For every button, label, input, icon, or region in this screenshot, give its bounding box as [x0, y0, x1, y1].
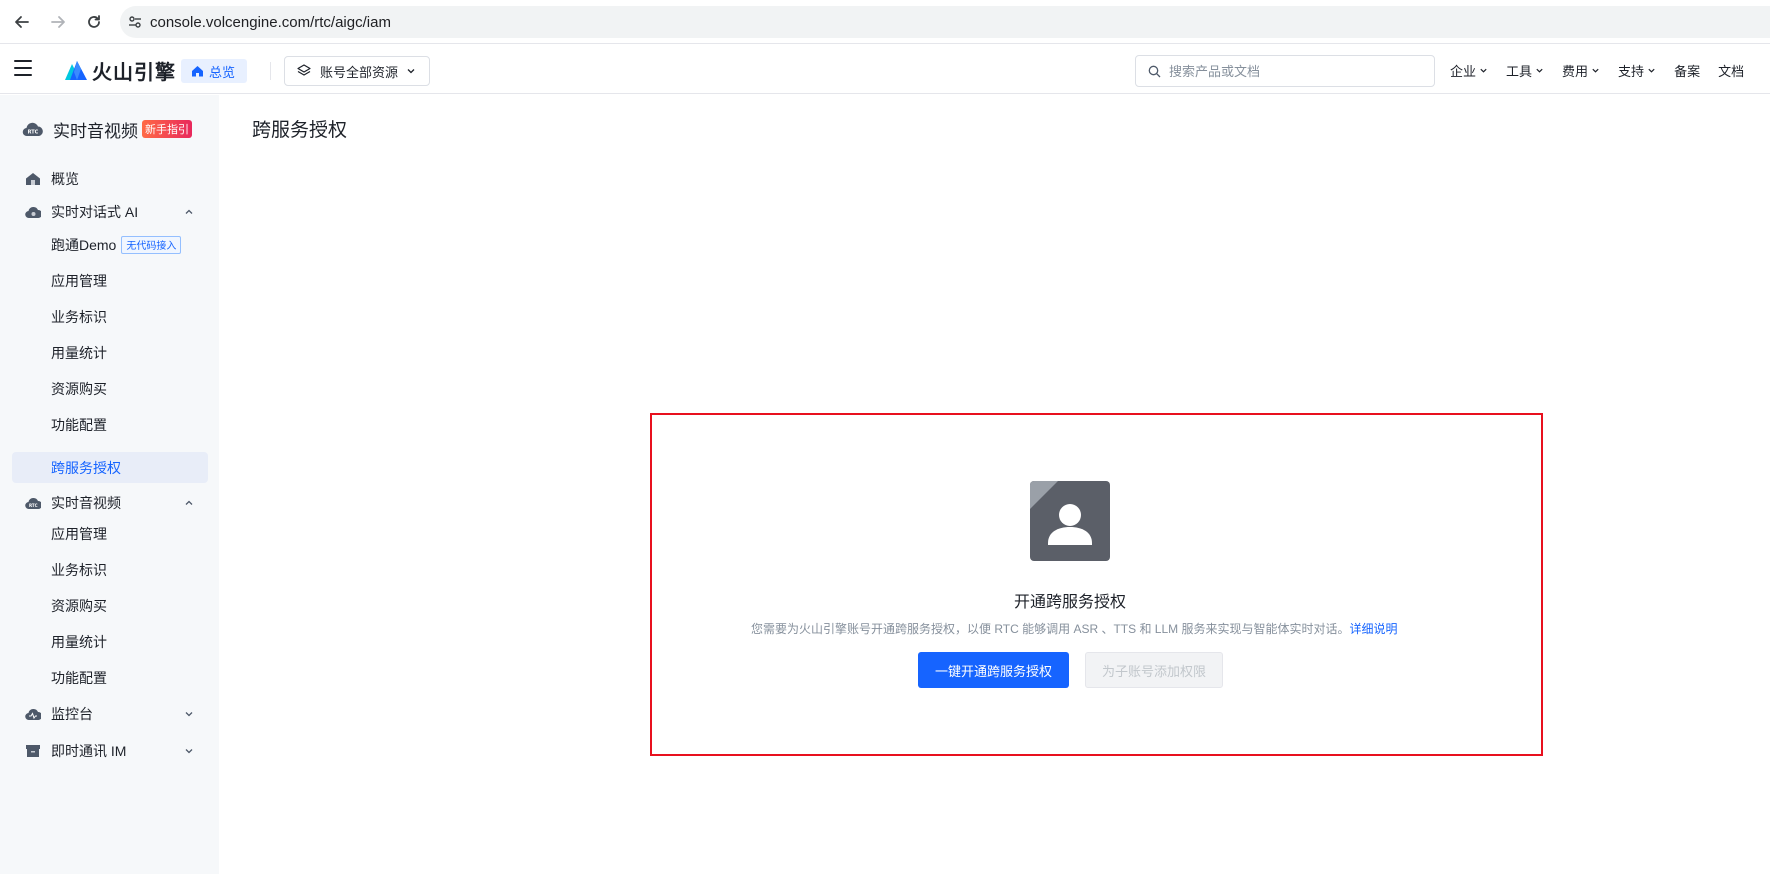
home-icon — [192, 66, 203, 77]
rtc-cloud-icon: RTC — [25, 497, 41, 509]
console-header: 火山引擎 总览 账号全部资源 企业 工具 费用 支持 备案 — [0, 46, 1770, 94]
sidebar-item-usage-stats[interactable]: 用量统计 — [12, 337, 208, 368]
sidebar-item-label: 用量统计 — [51, 633, 107, 650]
sidebar: RTC 实时音视频 新手指引 概览 实时对话式 AI 跑通Demo 无代码接入 … — [0, 95, 219, 874]
resource-select-value: 账号全部资源 — [320, 64, 399, 80]
sidebar-item-label: 实时对话式 AI — [51, 203, 139, 220]
sidebar-item-feature-config[interactable]: 功能配置 — [12, 409, 208, 440]
sidebar-item-label: 应用管理 — [51, 272, 107, 289]
sidebar-item-rtc-app-management[interactable]: 应用管理 — [12, 518, 208, 549]
chevron-up-icon — [185, 209, 193, 214]
layers-icon — [297, 64, 311, 76]
sidebar-group-im[interactable]: 即时通讯 IM — [12, 735, 208, 766]
sidebar-item-rtc-usage-stats[interactable]: 用量统计 — [12, 626, 208, 657]
sidebar-item-label: 监控台 — [51, 705, 93, 722]
sidebar-title: RTC 实时音视频 新手指引 — [22, 115, 192, 143]
sidebar-item-cross-service-auth[interactable]: 跨服务授权 — [12, 452, 208, 483]
sidebar-title-text: 实时音视频 — [53, 121, 138, 141]
reload-icon[interactable] — [77, 5, 111, 39]
home-icon — [26, 172, 40, 185]
brand-logo[interactable]: 火山引擎 — [64, 56, 176, 84]
sidebar-item-business-id[interactable]: 业务标识 — [12, 301, 208, 332]
user-avatar-placeholder-icon — [1030, 481, 1110, 561]
chevron-down-icon — [185, 748, 193, 753]
site-settings-icon[interactable] — [120, 14, 150, 30]
ai-cloud-icon — [25, 206, 41, 218]
sidebar-item-label: 业务标识 — [51, 308, 107, 325]
address-bar[interactable]: console.volcengine.com/rtc/aigc/iam — [120, 6, 1770, 38]
sidebar-group-rtc[interactable]: RTC 实时音视频 — [12, 487, 208, 518]
empty-state-description: 您需要为火山引擎账号开通跨服务授权，以便 RTC 能够调用 ASR 、TTS 和… — [751, 620, 1397, 637]
menu-filing-label: 备案 — [1674, 63, 1701, 79]
browser-toolbar: console.volcengine.com/rtc/aigc/iam — [0, 0, 1770, 44]
overview-button[interactable]: 总览 — [181, 59, 248, 83]
sidebar-item-label: 用量统计 — [51, 344, 107, 361]
menu-docs[interactable]: 文档 — [1718, 61, 1744, 80]
sidebar-item-app-management[interactable]: 应用管理 — [12, 265, 208, 296]
sidebar-group-conversational-ai[interactable]: 实时对话式 AI — [12, 196, 208, 227]
page-title: 跨服务授权 — [252, 120, 348, 141]
chevron-down-icon — [1536, 68, 1543, 73]
empty-state-description-text: 您需要为火山引擎账号开通跨服务授权，以便 RTC 能够调用 ASR 、TTS 和… — [751, 622, 1350, 636]
sidebar-item-label: 概览 — [51, 170, 79, 187]
menu-billing[interactable]: 费用 — [1562, 61, 1600, 80]
back-icon[interactable] — [5, 5, 39, 39]
monitor-cloud-icon — [25, 708, 41, 720]
url-text[interactable]: console.volcengine.com/rtc/aigc/iam — [150, 14, 391, 31]
chevron-down-icon — [1648, 68, 1655, 73]
sidebar-item-label: 即时通讯 IM — [51, 742, 127, 759]
rtc-cloud-icon: RTC — [22, 122, 43, 137]
chevron-down-icon — [1480, 68, 1487, 73]
sidebar-item-label: 跑通Demo — [51, 236, 117, 253]
menu-tools-label: 工具 — [1506, 63, 1533, 79]
search-icon — [1148, 65, 1161, 77]
detail-link[interactable]: 详细说明 — [1349, 622, 1397, 636]
sidebar-group-monitoring[interactable]: 监控台 — [12, 698, 208, 729]
sidebar-item-label: 功能配置 — [51, 669, 107, 686]
newbie-guide-badge[interactable]: 新手指引 — [142, 120, 192, 138]
sidebar-item-label: 资源购买 — [51, 380, 107, 397]
chevron-up-icon — [185, 500, 193, 505]
enable-cross-service-auth-button[interactable]: 一键开通跨服务授权 — [918, 652, 1069, 688]
sidebar-item-label: 功能配置 — [51, 416, 107, 433]
sidebar-item-label: 应用管理 — [51, 525, 107, 542]
overview-label: 总览 — [209, 64, 236, 80]
resource-select[interactable]: 账号全部资源 — [284, 56, 430, 86]
svg-text:RTC: RTC — [29, 503, 38, 508]
search-input[interactable] — [1169, 63, 1409, 79]
menu-support[interactable]: 支持 — [1618, 61, 1656, 80]
svg-text:RTC: RTC — [28, 130, 39, 136]
sidebar-item-overview[interactable]: 概览 — [12, 163, 208, 194]
chevron-down-icon — [185, 711, 193, 716]
search-box[interactable] — [1135, 55, 1435, 87]
menu-enterprise-label: 企业 — [1450, 63, 1477, 79]
chevron-down-icon — [407, 69, 415, 74]
archive-box-icon — [26, 744, 40, 757]
sidebar-item-label: 实时音视频 — [51, 494, 121, 511]
brand-name: 火山引擎 — [92, 61, 176, 84]
menu-support-label: 支持 — [1618, 63, 1645, 79]
no-code-tag: 无代码接入 — [121, 235, 182, 254]
highlight-frame — [650, 413, 1543, 756]
top-menu: 企业 工具 费用 支持 备案 文档 — [1450, 46, 1762, 94]
sidebar-item-run-demo[interactable]: 跑通Demo 无代码接入 — [12, 229, 208, 260]
menu-enterprise[interactable]: 企业 — [1450, 61, 1488, 80]
forward-icon[interactable] — [41, 5, 75, 39]
sidebar-item-rtc-feature-config[interactable]: 功能配置 — [12, 662, 208, 693]
menu-icon[interactable] — [14, 60, 34, 78]
menu-tools[interactable]: 工具 — [1506, 61, 1544, 80]
empty-state-title: 开通跨服务授权 — [1013, 594, 1126, 611]
menu-docs-label: 文档 — [1718, 63, 1745, 79]
add-subaccount-permission-button[interactable]: 为子账号添加权限 — [1085, 652, 1223, 688]
sidebar-item-rtc-business-id[interactable]: 业务标识 — [12, 554, 208, 585]
sidebar-item-label: 业务标识 — [51, 561, 107, 578]
sidebar-item-label: 跨服务授权 — [51, 459, 121, 476]
sidebar-item-resource-purchase[interactable]: 资源购买 — [12, 373, 208, 404]
menu-billing-label: 费用 — [1562, 63, 1589, 79]
header-divider — [270, 62, 271, 80]
chevron-down-icon — [1592, 68, 1599, 73]
volcano-logo-icon — [65, 61, 87, 80]
menu-filing[interactable]: 备案 — [1674, 61, 1700, 80]
